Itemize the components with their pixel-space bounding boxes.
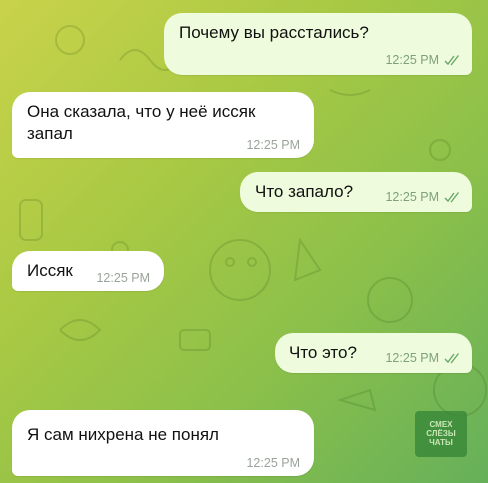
message-meta: 12:25 PM — [385, 351, 462, 367]
watermark-line: СМЕХ — [429, 420, 453, 429]
double-check-icon — [444, 353, 462, 367]
message-bubble-outgoing[interactable]: Что это? 12:25 PM — [275, 333, 472, 373]
message-meta: 12:25 PM — [246, 456, 300, 470]
message-time: 12:25 PM — [246, 138, 300, 152]
message-time: 12:25 PM — [385, 351, 439, 365]
message-bubble-incoming[interactable]: Она сказала, что у неё иссяк запал 12:25… — [12, 92, 314, 158]
message-meta: 12:25 PM — [246, 138, 300, 152]
message-time: 12:25 PM — [385, 53, 439, 67]
watermark-line: СЛЁЗЫ — [426, 429, 456, 438]
message-meta: 12:25 PM — [385, 190, 462, 206]
message-bubble-incoming[interactable]: Я сам нихрена не понял 12:25 PM — [12, 410, 314, 476]
double-check-icon — [444, 55, 462, 69]
double-check-icon — [444, 192, 462, 206]
message-time: 12:25 PM — [246, 456, 300, 470]
message-text: Что это? — [289, 343, 357, 362]
watermark-logo: СМЕХ СЛЁЗЫ ЧАТЫ — [415, 411, 467, 457]
message-text: Иссяк — [27, 261, 73, 280]
message-bubble-outgoing[interactable]: Почему вы расстались? 12:25 PM — [164, 13, 472, 75]
message-time: 12:25 PM — [385, 190, 439, 204]
message-text: Она сказала, что у неё иссяк запал — [27, 102, 256, 143]
message-bubble-outgoing[interactable]: Что запало? 12:25 PM — [240, 172, 472, 212]
watermark-line: ЧАТЫ — [429, 438, 453, 447]
message-text: Что запало? — [255, 182, 354, 201]
message-text: Я сам нихрена не понял — [27, 425, 219, 444]
message-meta: 12:25 PM — [385, 53, 462, 69]
message-text: Почему вы расстались? — [179, 23, 369, 42]
message-bubble-incoming[interactable]: Иссяк 12:25 PM — [12, 251, 164, 291]
message-time: 12:25 PM — [96, 271, 150, 285]
message-meta: 12:25 PM — [96, 271, 150, 285]
